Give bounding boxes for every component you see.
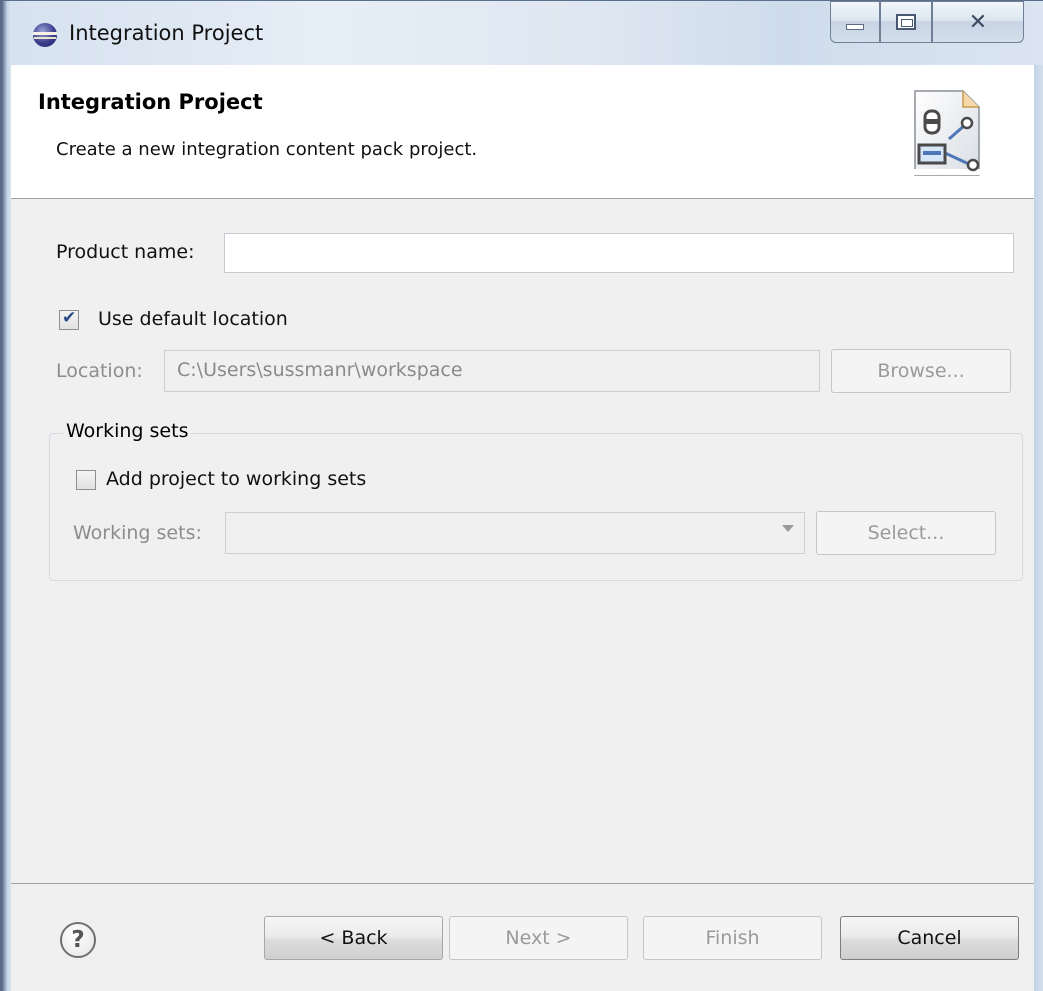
use-default-location-checkbox[interactable] [59, 308, 79, 330]
chevron-down-icon [782, 525, 794, 532]
window-title: Integration Project [69, 21, 264, 45]
page-description: Create a new integration content pack pr… [56, 139, 478, 160]
wizard-banner-icon [909, 90, 985, 176]
finish-button[interactable]: Finish [643, 916, 822, 960]
minimize-button[interactable] [830, 1, 880, 43]
product-name-input[interactable] [224, 233, 1014, 273]
wizard-window: Integration Project ✕ Integration Projec… [0, 0, 1043, 991]
maximize-button[interactable] [880, 1, 932, 43]
page-title: Integration Project [38, 90, 263, 114]
maximize-icon [896, 14, 916, 30]
help-icon[interactable]: ? [60, 922, 96, 958]
wizard-banner: Integration Project Create a new integra… [11, 65, 1034, 199]
add-to-working-sets-checkbox[interactable] [76, 470, 96, 490]
window-controls: ✕ [830, 1, 1034, 45]
wizard-footer: ? < Back Next > Finish Cancel [11, 883, 1034, 991]
next-button[interactable]: Next > [449, 916, 628, 960]
minimize-icon [846, 24, 864, 30]
add-to-working-sets-label[interactable]: Add project to working sets [106, 468, 366, 490]
title-bar[interactable]: Integration Project ✕ [11, 1, 1043, 65]
working-sets-group-title: Working sets [63, 420, 192, 442]
window-right-border [1034, 65, 1043, 991]
product-name-label: Product name: [56, 241, 195, 263]
browse-button[interactable]: Browse... [831, 349, 1011, 393]
close-icon: ✕ [968, 9, 988, 35]
working-sets-label: Working sets: [73, 522, 202, 544]
working-sets-group [49, 433, 1023, 581]
window-left-border [1, 1, 11, 991]
wizard-content: Product name: Use default location Locat… [11, 199, 1034, 883]
location-input[interactable]: C:\Users\sussmanr\workspace [164, 350, 820, 392]
back-button[interactable]: < Back [264, 916, 443, 960]
cancel-button[interactable]: Cancel [840, 916, 1019, 960]
working-sets-combo[interactable] [225, 512, 805, 554]
close-button[interactable]: ✕ [932, 1, 1024, 43]
select-button[interactable]: Select... [816, 511, 996, 555]
location-label: Location: [56, 360, 143, 382]
use-default-location-label[interactable]: Use default location [98, 308, 288, 330]
eclipse-icon [33, 23, 57, 47]
